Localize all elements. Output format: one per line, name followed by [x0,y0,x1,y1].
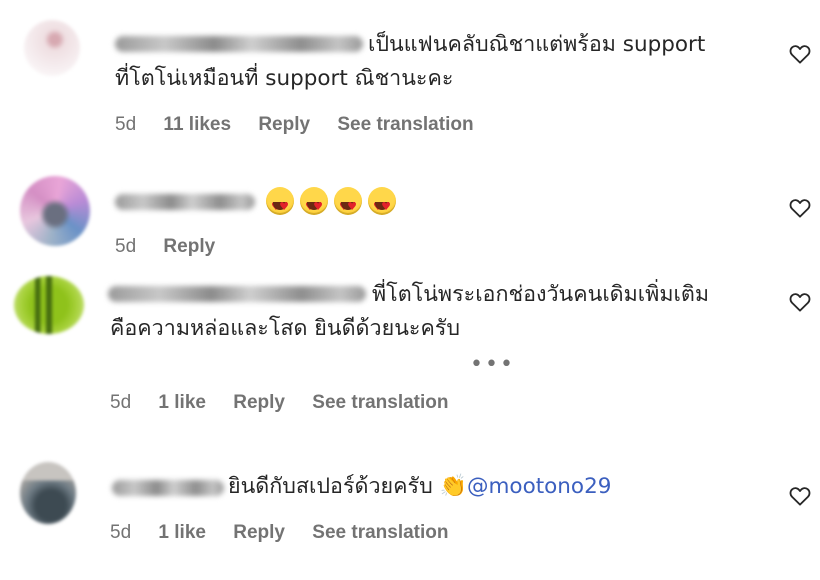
comment-text: ยินดีกับสเปอร์ด้วยครับ [228,474,433,499]
heart-eyes-emoji-icon [334,187,362,224]
reply-button[interactable]: Reply [233,392,285,414]
comment-time: 5d [110,522,132,543]
avatar[interactable] [20,176,90,246]
likes-count[interactable]: 1 like [158,522,206,544]
heart-outline-icon[interactable] [789,486,811,506]
comment-emojis [266,184,402,224]
clapping-hands-emoji-icon: 👏 [439,474,467,499]
comment-time: 5d [115,114,137,135]
comment-item: 5d Reply [0,150,820,260]
comment-meta: 5d 11 likes Reply See translation [115,114,496,136]
more-options-icon[interactable]: ••• [470,352,515,377]
comment-text-line: ที่โตโน่เหมือนที่ support ณิชานะคะ [115,66,454,91]
comment-text-line: พี่โตโน่พระเอกช่องวันคนเดิมเพิ่มเติม [372,282,709,307]
comment-meta: 5d 1 like Reply See translation [110,392,471,414]
likes-count[interactable]: 1 like [158,392,206,414]
comment-text-line: เป็นแฟนคลับณิชาแต่พร้อม support [368,32,706,57]
comment-time: 5d [115,236,137,257]
reply-button[interactable]: Reply [163,236,215,258]
username-blurred[interactable] [115,194,255,210]
reply-button[interactable]: Reply [258,114,310,136]
see-translation-button[interactable]: See translation [337,114,473,136]
comment-text-line: ยินดีกับสเปอร์ด้วยครับ 👏@mootono29 [228,470,611,504]
avatar[interactable] [20,462,76,524]
heart-outline-icon[interactable] [789,292,811,312]
username-blurred[interactable] [115,36,363,52]
avatar[interactable] [24,20,80,76]
comment-text-line: คือความหล่อและโสด ยินดีด้วยนะครับ [110,316,461,341]
comment-meta: 5d Reply [115,236,237,258]
see-translation-button[interactable]: See translation [312,392,448,414]
mention-link[interactable]: @mootono29 [467,474,611,499]
heart-eyes-emoji-icon [368,187,396,224]
heart-outline-icon[interactable] [789,198,811,218]
comment-item: เป็นแฟนคลับณิชาแต่พร้อม support ที่โตโน่… [0,0,820,150]
comment-item: พี่โตโน่พระเอกช่องวันคนเดิมเพิ่มเติม คือ… [0,260,820,440]
see-translation-button[interactable]: See translation [312,522,448,544]
comment-time: 5d [110,392,132,413]
comment-item: ยินดีกับสเปอร์ด้วยครับ 👏@mootono29 5d 1 … [0,440,820,580]
reply-button[interactable]: Reply [233,522,285,544]
likes-count[interactable]: 11 likes [163,114,231,136]
username-blurred[interactable] [108,286,366,302]
username-blurred[interactable] [112,480,224,496]
heart-outline-icon[interactable] [789,44,811,64]
heart-eyes-emoji-icon [300,187,328,224]
heart-eyes-emoji-icon [266,187,294,224]
avatar[interactable] [14,276,84,334]
comment-meta: 5d 1 like Reply See translation [110,522,471,544]
